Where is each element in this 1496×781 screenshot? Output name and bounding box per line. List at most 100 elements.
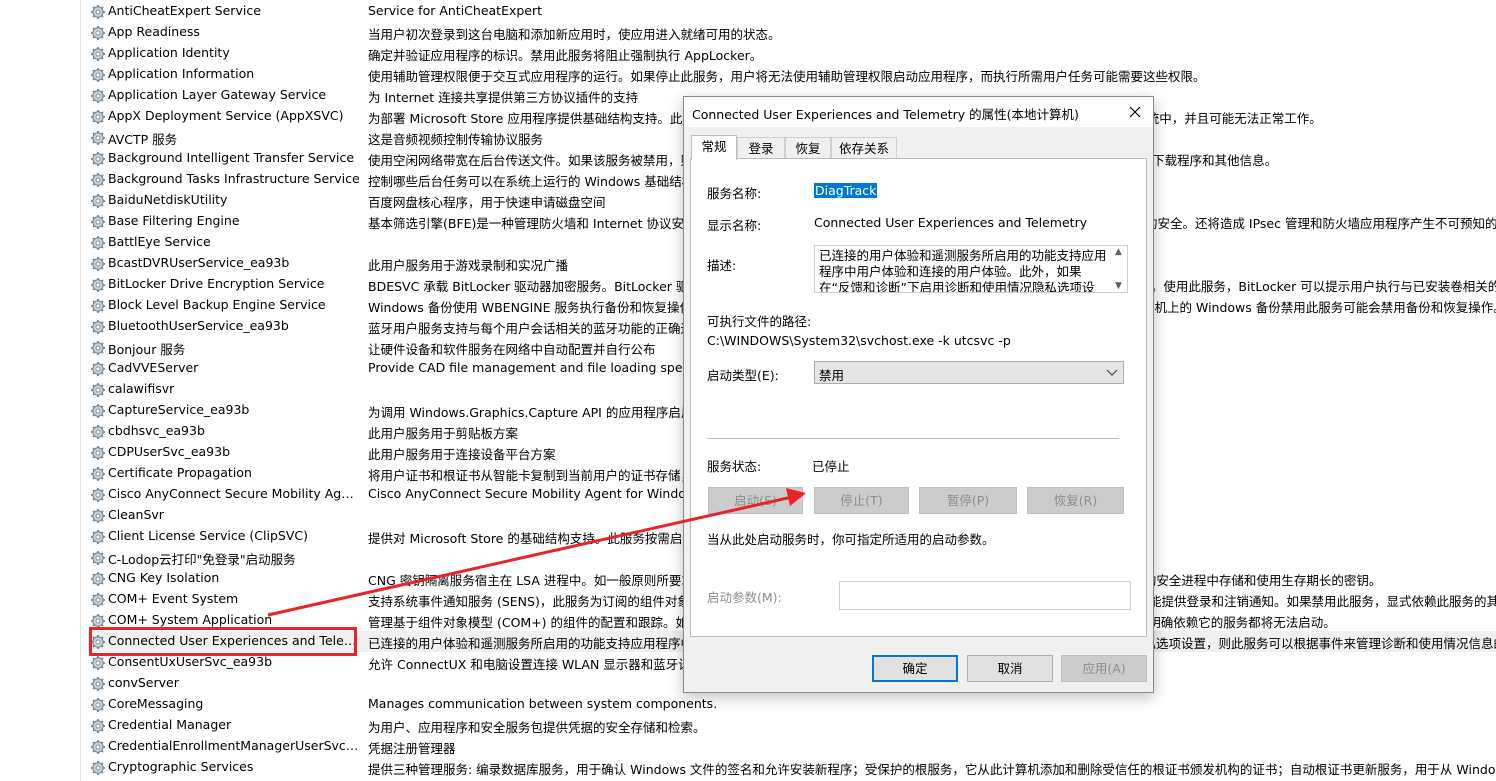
service-name: Credential Manager — [108, 717, 232, 732]
service-name: C-Lodop云打印"免登录"启动服务 — [108, 552, 296, 567]
description-scrollbar[interactable]: ▲ ▼ — [1113, 246, 1127, 292]
description-box[interactable]: 已连接的用户体验和遥测服务所启用的功能支持应用程序中用户体验和连接的用户体验。此… — [814, 245, 1128, 293]
display-name-value[interactable]: Connected User Experiences and Telemetry — [814, 215, 1087, 230]
service-properties-dialog: Connected User Experiences and Telemetry… — [683, 96, 1154, 693]
apply-button[interactable]: 应用(A) — [1061, 655, 1147, 682]
dialog-title: Connected User Experiences and Telemetry… — [692, 107, 1079, 122]
service-gear-icon — [90, 466, 106, 482]
service-name: CadVVEServer — [108, 360, 199, 375]
service-gear-icon — [90, 445, 106, 461]
tab-general[interactable]: 常规 — [691, 135, 737, 160]
tab-logon[interactable]: 登录 — [737, 137, 785, 159]
service-name: AntiCheatExpert Service — [108, 3, 261, 18]
service-name: Cisco AnyConnect Secure Mobility Agent — [108, 486, 360, 501]
service-row[interactable]: AntiCheatExpert Service Service for AntiC… — [88, 1, 1496, 22]
stop-button[interactable]: 停止(T) — [814, 487, 909, 514]
service-gear-icon — [90, 193, 106, 209]
service-description: 凭据注册管理器 — [368, 741, 456, 756]
close-icon[interactable] — [1125, 102, 1145, 122]
service-name: App Readiness — [108, 24, 200, 39]
service-row[interactable]: Application Information 使用辅助管理权限便于交互式应用程序… — [88, 64, 1496, 85]
service-gear-icon — [90, 361, 106, 377]
service-name-label: 服务名称: — [707, 186, 762, 201]
service-name: Background Tasks Infrastructure Service — [108, 171, 360, 186]
separator — [707, 438, 1119, 439]
service-name: AppX Deployment Service (AppXSVC) — [108, 108, 344, 123]
service-name: CNG Key Isolation — [108, 570, 220, 585]
service-name-value[interactable]: DiagTrack — [814, 183, 878, 198]
service-name: Background Intelligent Transfer Service — [108, 150, 355, 165]
service-name: BitLocker Drive Encryption Service — [108, 276, 325, 291]
service-description: Service for AntiCheatExpert — [368, 3, 543, 18]
service-gear-icon — [90, 487, 106, 503]
pause-button[interactable]: 暂停(P) — [919, 487, 1017, 514]
resume-button[interactable]: 恢复(R) — [1027, 487, 1124, 514]
cancel-button[interactable]: 取消 — [967, 655, 1053, 682]
start-button[interactable]: 启动(S) — [708, 487, 803, 514]
tab-recovery[interactable]: 恢复 — [785, 137, 831, 159]
service-name: BcastDVRUserService_ea93b — [108, 255, 290, 270]
service-description: Manages communication between system com… — [368, 696, 718, 711]
list-left-border — [80, 0, 81, 781]
service-row[interactable]: CredentialEnrollmentManagerUserSvc_ea93b… — [88, 736, 1496, 757]
status-value: 已停止 — [812, 459, 850, 474]
service-gear-icon — [90, 46, 106, 62]
service-gear-icon — [90, 214, 106, 230]
general-panel: 服务名称: DiagTrack 显示名称: Connected User Exp… — [690, 158, 1147, 637]
service-name: CoreMessaging — [108, 696, 204, 711]
service-row[interactable]: App Readiness 当用户初次登录到这台电脑和添加新应用时，使应用进入就绪… — [88, 22, 1496, 43]
service-name: Block Level Backup Engine Service — [108, 297, 326, 312]
startup-type-value: 禁用 — [819, 368, 845, 383]
scroll-down-icon[interactable]: ▼ — [1115, 281, 1122, 291]
tab-dependencies[interactable]: 依存关系 — [831, 137, 897, 159]
service-row[interactable]: CoreMessaging Manages communication betwe… — [88, 694, 1496, 715]
service-gear-icon — [90, 88, 106, 104]
params-input[interactable] — [839, 581, 1131, 610]
service-gear-icon — [90, 319, 106, 335]
service-name: BaiduNetdiskUtility — [108, 192, 228, 207]
service-gear-icon — [90, 277, 106, 293]
service-description: 使用辅助管理权限便于交互式应用程序的运行。如果停止此服务，用户将无法使用辅助管理… — [368, 69, 1206, 84]
service-gear-icon — [90, 172, 106, 188]
service-gear-icon — [90, 340, 106, 356]
description-text: 已连接的用户体验和遥测服务所启用的功能支持应用程序中用户体验和连接的用户体验。此… — [819, 248, 1107, 293]
hint-text: 当从此处启动服务时，你可指定所适用的启动参数。 — [707, 532, 995, 547]
startup-type-select[interactable]: 禁用 — [814, 361, 1124, 384]
startup-type-label: 启动类型(E): — [707, 368, 779, 383]
ok-button[interactable]: 确定 — [872, 655, 958, 682]
service-gear-icon — [90, 655, 106, 671]
service-gear-icon — [90, 25, 106, 41]
service-row[interactable]: Cryptographic Services 提供三种管理服务: 编录数据库服务，… — [88, 757, 1496, 778]
service-gear-icon — [90, 403, 106, 419]
service-gear-icon — [90, 298, 106, 314]
service-name: Client License Service (ClipSVC) — [108, 528, 309, 543]
service-name: ConsentUxUserSvc_ea93b — [108, 654, 273, 669]
service-gear-icon — [90, 697, 106, 713]
service-name: COM+ Event System — [108, 591, 239, 606]
params-label: 启动参数(M): — [707, 590, 782, 605]
service-name: CaptureService_ea93b — [108, 402, 250, 417]
service-gear-icon — [90, 382, 106, 398]
service-row[interactable]: Application Identity 确定并验证应用程序的标识。禁用此服务将阻… — [88, 43, 1496, 64]
service-name: Bonjour 服务 — [108, 342, 186, 357]
service-gear-icon — [90, 109, 106, 125]
status-label: 服务状态: — [707, 459, 762, 474]
service-gear-icon — [90, 508, 106, 524]
service-gear-icon — [90, 424, 106, 440]
service-gear-icon — [90, 4, 106, 20]
scroll-up-icon[interactable]: ▲ — [1115, 247, 1122, 257]
service-name: Base Filtering Engine — [108, 213, 240, 228]
service-name: Certificate Propagation — [108, 465, 252, 480]
service-name: convServer — [108, 675, 179, 690]
service-name: CDPUserSvc_ea93b — [108, 444, 231, 459]
service-description: 确定并验证应用程序的标识。禁用此服务将阻止强制执行 AppLocker。 — [368, 48, 763, 63]
service-name: Cryptographic Services — [108, 759, 254, 774]
service-gear-icon — [90, 718, 106, 734]
chevron-down-icon — [1105, 364, 1119, 380]
service-gear-icon — [90, 760, 106, 776]
service-name: cbdhsvc_ea93b — [108, 423, 205, 438]
path-label: 可执行文件的路径: — [707, 314, 812, 329]
service-gear-icon — [90, 151, 106, 167]
service-row[interactable]: Credential Manager 为用户、应用程序和安全服务包提供凭据的安全存… — [88, 715, 1496, 736]
service-gear-icon — [90, 235, 106, 251]
